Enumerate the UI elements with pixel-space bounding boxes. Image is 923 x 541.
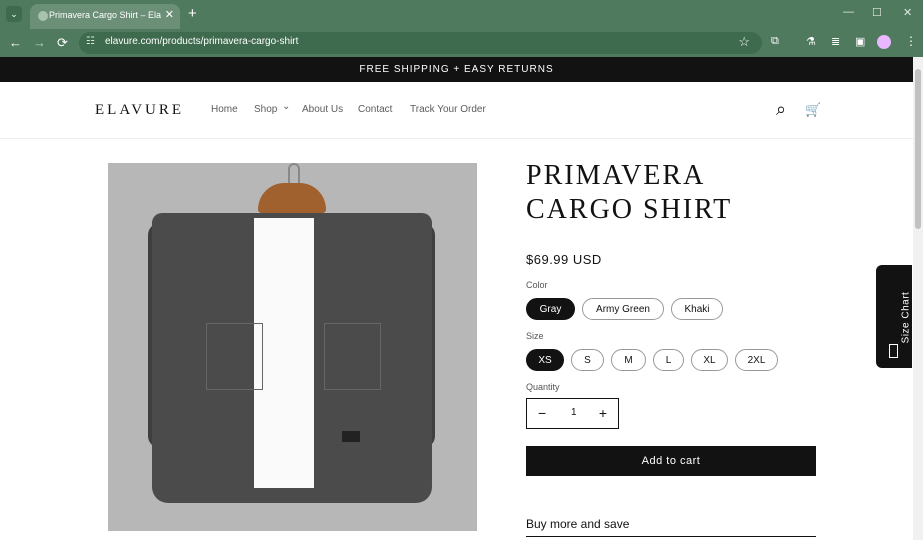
color-option-army-green[interactable]: Army Green xyxy=(582,298,664,320)
add-to-cart-button[interactable]: Add to cart xyxy=(526,446,816,476)
nav-home[interactable]: Home xyxy=(211,104,238,115)
profile-avatar[interactable] xyxy=(877,35,891,49)
scrollbar-thumb[interactable] xyxy=(915,69,921,229)
color-option-gray[interactable]: Gray xyxy=(526,298,575,320)
minimize-icon[interactable]: — xyxy=(843,6,854,18)
nav-track-order[interactable]: Track Your Order xyxy=(410,104,486,115)
window-close-icon[interactable]: ✕ xyxy=(903,6,912,19)
white-tee xyxy=(254,218,314,488)
buy-more-heading: Buy more and save xyxy=(526,517,630,531)
site-header: ELAVURE Home Shop ⌄ About Us Contact Tra… xyxy=(0,82,913,139)
hanger xyxy=(258,183,326,213)
size-label: Size xyxy=(526,331,544,341)
search-icon[interactable]: ⌕ xyxy=(776,99,786,120)
labs-icon[interactable]: ⚗ xyxy=(806,35,816,48)
shirt-pocket-right xyxy=(324,323,381,390)
page-scrollbar[interactable] xyxy=(913,57,923,540)
quantity-increase-button[interactable]: + xyxy=(599,405,607,421)
nav-about-us[interactable]: About Us xyxy=(302,104,343,115)
nav-contact[interactable]: Contact xyxy=(358,104,392,115)
size-chart-label: Size Chart xyxy=(900,291,912,344)
size-option-s[interactable]: S xyxy=(571,349,604,371)
quantity-label: Quantity xyxy=(526,382,560,392)
product-title: PRIMAVERA CARGO SHIRT xyxy=(526,160,733,225)
tab-title: Primavera Cargo Shirt – Elavure xyxy=(49,10,161,20)
quantity-stepper: − 1 + xyxy=(526,398,619,429)
bookmark-star-icon[interactable]: ☆ xyxy=(738,34,750,50)
product-price: $69.99 USD xyxy=(526,252,602,267)
reading-list-icon[interactable]: ≣ xyxy=(831,35,840,48)
tab-search-icon[interactable]: ⌄ xyxy=(6,6,22,22)
size-option-2xl[interactable]: 2XL xyxy=(735,349,778,371)
chevron-down-icon[interactable]: ⌄ xyxy=(282,101,290,112)
nav-shop[interactable]: Shop xyxy=(254,104,277,115)
size-chart-tab[interactable]: Size Chart xyxy=(876,265,912,368)
new-tab-button[interactable]: + xyxy=(188,5,197,22)
cart-icon[interactable]: 🛒 xyxy=(805,102,821,118)
side-panel-icon[interactable]: ▣ xyxy=(855,35,865,48)
quantity-input[interactable]: 1 xyxy=(571,407,577,418)
shirt-label xyxy=(342,431,360,442)
address-bar[interactable]: ☷ elavure.com/products/primavera-cargo-s… xyxy=(79,32,762,54)
favicon-icon xyxy=(38,11,48,21)
product-image[interactable] xyxy=(108,163,477,531)
site-info-icon[interactable]: ☷ xyxy=(86,36,95,47)
bundle-box xyxy=(526,536,816,541)
maximize-icon[interactable]: ☐ xyxy=(872,6,882,19)
browser-menu-icon[interactable]: ⋮ xyxy=(905,34,917,48)
extensions-icon[interactable]: ⧉ xyxy=(771,35,779,48)
color-label: Color xyxy=(526,280,548,290)
ruler-icon xyxy=(889,344,898,358)
size-option-xs[interactable]: XS xyxy=(526,349,564,371)
reload-icon[interactable]: ⟳ xyxy=(57,35,68,51)
active-tab[interactable]: Primavera Cargo Shirt – Elavure ✕ xyxy=(30,4,180,29)
site-logo[interactable]: ELAVURE xyxy=(95,102,184,119)
close-tab-icon[interactable]: ✕ xyxy=(165,8,174,21)
size-option-m[interactable]: M xyxy=(611,349,646,371)
shirt-pocket-left xyxy=(206,323,263,390)
forward-icon[interactable]: → xyxy=(33,35,46,50)
quantity-decrease-button[interactable]: − xyxy=(538,405,546,421)
color-option-khaki[interactable]: Khaki xyxy=(671,298,723,320)
hanger-hook xyxy=(288,163,300,185)
size-option-xl[interactable]: XL xyxy=(691,349,728,371)
back-icon[interactable]: ← xyxy=(9,35,22,50)
size-option-l[interactable]: L xyxy=(653,349,684,371)
browser-tab-bar: ⌄ Primavera Cargo Shirt – Elavure ✕ + — … xyxy=(0,0,923,29)
url-text[interactable]: elavure.com/products/primavera-cargo-shi… xyxy=(105,36,298,47)
announcement-bar: FREE SHIPPING + EASY RETURNS xyxy=(0,57,913,82)
